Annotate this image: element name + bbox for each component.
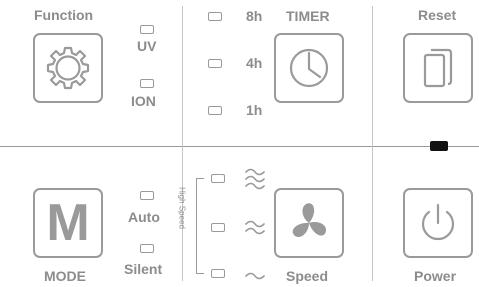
vertical-divider-right — [372, 6, 373, 281]
silent-indicator — [140, 244, 154, 253]
mode-label: MODE — [44, 268, 86, 284]
ion-label: ION — [131, 93, 156, 109]
bracket-tick-bottom — [196, 273, 204, 274]
fan-icon — [292, 203, 327, 237]
speed-high-indicator — [211, 174, 225, 183]
vertical-divider-left — [182, 6, 183, 281]
power-label: Power — [414, 268, 457, 284]
speed-label: Speed — [286, 268, 329, 284]
auto-indicator — [140, 191, 154, 200]
power-icon — [421, 203, 455, 241]
bracket-tick-top — [196, 178, 204, 179]
high-speed-label: High Speed — [177, 187, 187, 229]
status-indicator — [430, 141, 448, 151]
power-button[interactable] — [403, 188, 473, 258]
uv-indicator — [140, 25, 154, 34]
timer-1h-label: 1h — [246, 102, 263, 118]
mode-button-letter: M — [46, 194, 90, 252]
mode-button[interactable]: M — [33, 188, 103, 258]
silent-label: Silent — [124, 261, 163, 277]
filter-icon — [423, 48, 453, 88]
clock-icon — [289, 48, 329, 88]
timer-4h-indicator — [208, 59, 222, 68]
function-label: Function — [34, 7, 94, 23]
timer-8h-indicator — [208, 12, 222, 21]
function-button[interactable] — [33, 33, 103, 103]
uv-label: UV — [137, 38, 157, 54]
horizontal-divider — [0, 146, 479, 147]
timer-8h-label: 8h — [246, 8, 263, 24]
auto-label: Auto — [128, 209, 160, 225]
high-speed-bracket — [196, 178, 197, 274]
timer-1h-indicator — [208, 106, 222, 115]
reset-button[interactable] — [403, 33, 473, 103]
speed-button[interactable] — [274, 188, 344, 258]
gear-icon — [46, 46, 90, 90]
reset-label: Reset — [418, 7, 457, 23]
speed-low-indicator — [211, 269, 225, 278]
ion-indicator — [140, 79, 154, 88]
timer-button[interactable] — [274, 33, 344, 103]
timer-label: TIMER — [286, 8, 330, 24]
timer-4h-label: 4h — [246, 55, 263, 71]
speed-medium-indicator — [211, 223, 225, 232]
speed-low-wave-icon — [245, 272, 265, 280]
speed-high-wave-icon — [245, 168, 265, 190]
speed-medium-wave-icon — [245, 220, 265, 235]
